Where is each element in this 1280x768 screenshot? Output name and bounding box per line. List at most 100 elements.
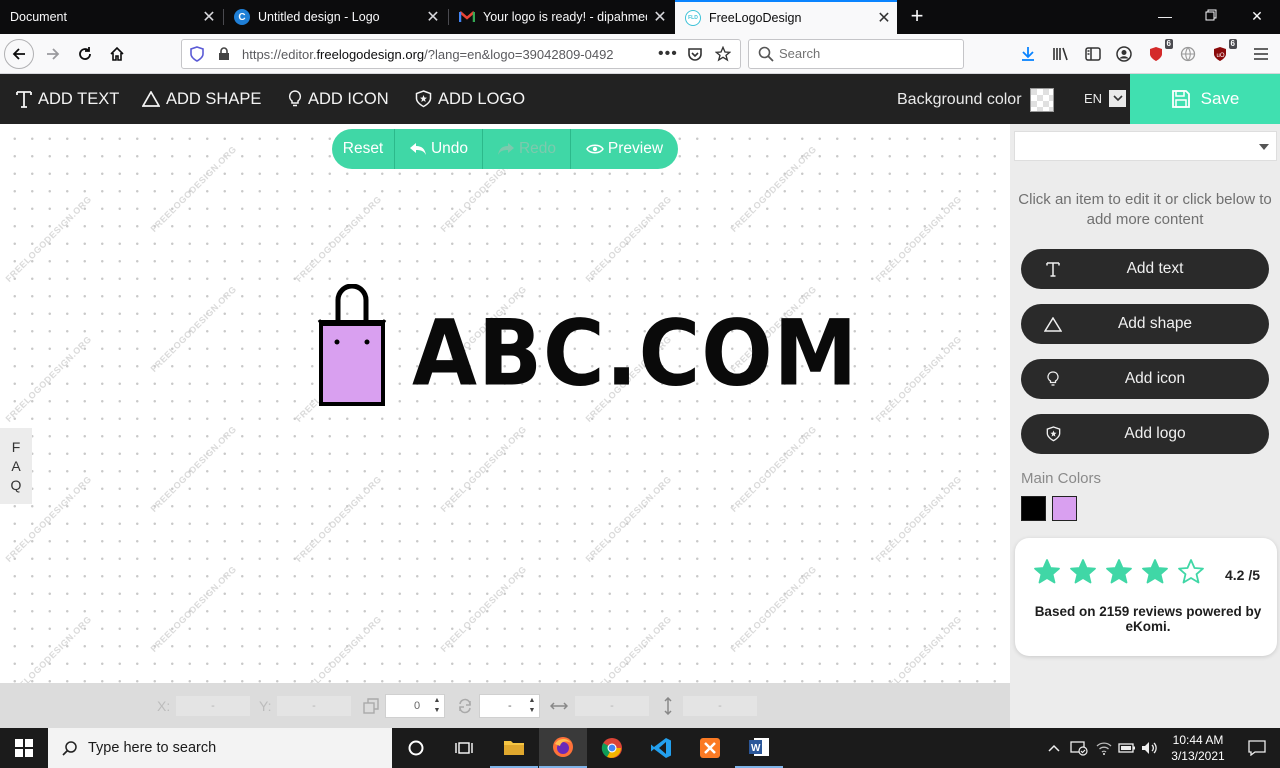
add-icon-tool[interactable]: ADD ICON: [288, 87, 389, 111]
reload-button[interactable]: [70, 39, 100, 69]
globe-icon[interactable]: [1177, 43, 1199, 65]
star-filled-icon: [1142, 559, 1168, 584]
background-color-control[interactable]: Background color: [897, 88, 1054, 112]
tab-canva[interactable]: C Untitled design - Logo ✕: [224, 0, 446, 34]
close-icon[interactable]: ✕: [647, 7, 673, 27]
rating-text: Based on 2159 reviews powered by eKomi.: [1034, 604, 1262, 634]
watermark-text: FREELOGODESIGN.ORG: [293, 194, 384, 284]
preview-button[interactable]: Preview: [571, 129, 678, 169]
lock-icon[interactable]: [218, 47, 230, 64]
restore-icon[interactable]: [1188, 0, 1234, 34]
search-input[interactable]: [779, 46, 949, 61]
menu-icon[interactable]: [1250, 43, 1272, 65]
file-explorer-icon[interactable]: [490, 728, 538, 768]
start-button[interactable]: [0, 728, 48, 768]
tab-freelogodesign[interactable]: FLD FreeLogoDesign ✕: [675, 0, 897, 34]
add-shape-tool[interactable]: ADD SHAPE: [142, 87, 261, 111]
logo-design[interactable]: ABC.COM: [314, 284, 857, 414]
extension-shield-icon[interactable]: uO 6: [1209, 39, 1237, 65]
element-select[interactable]: [1014, 131, 1277, 161]
shield-logo-icon: [415, 90, 432, 108]
redo-button[interactable]: Redo: [483, 129, 571, 169]
add-logo-tool[interactable]: ADD LOGO: [415, 87, 525, 111]
tab-document[interactable]: Document ✕: [0, 0, 222, 34]
layer-stepper[interactable]: 0 ▲ ▼: [385, 694, 445, 718]
minimize-icon[interactable]: —: [1142, 0, 1188, 34]
security-center-icon[interactable]: [1069, 738, 1089, 758]
ublock-icon[interactable]: 6: [1145, 39, 1173, 65]
close-icon[interactable]: ✕: [871, 8, 897, 28]
y-field[interactable]: -: [277, 696, 351, 716]
url-bar[interactable]: https://editor.freelogodesign.org/?lang=…: [181, 39, 741, 69]
save-button[interactable]: Save: [1130, 74, 1280, 124]
reset-button[interactable]: Reset: [332, 129, 395, 169]
more-options-icon[interactable]: •••: [658, 45, 678, 63]
tab-title: Document: [10, 10, 67, 24]
task-view-icon[interactable]: [440, 728, 488, 768]
color-swatch-1[interactable]: [1021, 496, 1046, 521]
firefox-icon[interactable]: [539, 728, 587, 768]
background-color-swatch[interactable]: [1029, 88, 1054, 112]
add-shape-button[interactable]: Add shape: [1021, 304, 1269, 344]
notification-icon[interactable]: [1234, 728, 1280, 768]
edit-panel: Click an item to edit it or click below …: [1010, 124, 1280, 728]
rotate-icon: [455, 696, 475, 716]
volume-icon[interactable]: [1140, 738, 1160, 758]
close-icon[interactable]: ✕: [420, 7, 446, 27]
main-colors-label: Main Colors: [1021, 470, 1102, 487]
height-field[interactable]: -: [683, 696, 757, 716]
new-tab-button[interactable]: +: [904, 3, 930, 31]
faq-tab[interactable]: F A Q: [0, 428, 32, 504]
account-icon[interactable]: [1113, 43, 1135, 65]
word-icon[interactable]: W: [735, 728, 783, 768]
width-field[interactable]: -: [575, 696, 649, 716]
text-icon: [16, 90, 32, 108]
sidebar-icon[interactable]: [1082, 43, 1104, 65]
add-icon-button[interactable]: Add icon: [1021, 359, 1269, 399]
watermark-text: FREELOGODESIGN.ORG: [148, 144, 239, 234]
star-filled-icon: [1106, 559, 1132, 584]
battery-icon[interactable]: [1117, 738, 1137, 758]
window-close-icon[interactable]: ✕: [1234, 0, 1280, 34]
watermark-text: FREELOGODESIGN.ORG: [148, 284, 239, 374]
pocket-icon[interactable]: [687, 47, 703, 65]
undo-button[interactable]: Undo: [395, 129, 483, 169]
undo-icon: [409, 142, 427, 156]
design-canvas[interactable]: FREELOGODESIGN.ORG FREELOGODESIGN.ORG FREE…: [0, 124, 1010, 683]
chrome-icon[interactable]: [588, 728, 636, 768]
color-swatch-2[interactable]: [1052, 496, 1077, 521]
wifi-icon[interactable]: [1094, 738, 1114, 758]
add-logo-button[interactable]: Add logo: [1021, 414, 1269, 454]
language-select[interactable]: EN: [1084, 90, 1127, 107]
xampp-icon[interactable]: [686, 728, 734, 768]
shopping-bag-icon[interactable]: [314, 284, 388, 412]
shield-icon[interactable]: [190, 46, 204, 65]
text-icon: [1043, 259, 1063, 279]
logo-text[interactable]: ABC.COM: [412, 308, 858, 399]
add-text-tool[interactable]: ADD TEXT: [16, 87, 119, 111]
home-button[interactable]: [102, 39, 132, 69]
chevron-up-icon[interactable]: [1044, 738, 1064, 758]
chevron-down-icon: [1109, 90, 1127, 107]
system-clock[interactable]: 10:44 AM 3/13/2021: [1162, 732, 1234, 764]
shield-logo-icon: [1043, 424, 1063, 444]
close-icon[interactable]: ✕: [196, 7, 222, 27]
forward-button[interactable]: [38, 39, 68, 69]
back-button[interactable]: [4, 39, 34, 69]
cortana-icon[interactable]: [392, 728, 440, 768]
stepper-arrows-icon[interactable]: ▲ ▼: [527, 696, 537, 716]
tab-gmail[interactable]: Your logo is ready! - dipahmed ✕: [449, 0, 673, 34]
watermark-text: FREELOGODESIGN.ORG: [148, 424, 239, 514]
triangle-icon: [142, 91, 160, 107]
x-field[interactable]: -: [176, 696, 250, 716]
add-text-button[interactable]: Add text: [1021, 249, 1269, 289]
stepper-arrows-icon[interactable]: ▲ ▼: [432, 696, 442, 716]
rotation-stepper[interactable]: - ▲ ▼: [479, 694, 540, 718]
search-bar[interactable]: [748, 39, 964, 69]
download-icon[interactable]: [1017, 43, 1039, 65]
library-icon[interactable]: [1050, 43, 1072, 65]
vscode-icon[interactable]: [637, 728, 685, 768]
taskbar-search[interactable]: Type here to search: [48, 728, 392, 768]
bookmark-star-icon[interactable]: [714, 45, 732, 65]
redo-icon: [497, 142, 515, 156]
